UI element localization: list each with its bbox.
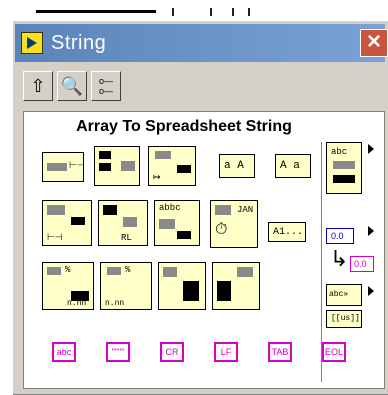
match-pattern-icon[interactable]: abbc — [154, 200, 200, 246]
search-icon[interactable]: 🔍 — [57, 71, 87, 101]
window-title: String — [51, 32, 107, 54]
concatenate-strings-icon[interactable] — [94, 146, 140, 186]
end-of-line-constant-icon[interactable]: EOL — [322, 342, 346, 362]
hovered-function-name: Array To Spreadsheet String — [76, 118, 292, 135]
search-and-replace-string-icon[interactable]: ⊢⊣ — [42, 200, 92, 246]
background-mark — [248, 8, 250, 16]
path-to-string-icon[interactable]: [[us]] — [326, 310, 362, 328]
to-lower-case-icon[interactable]: A a — [275, 154, 311, 178]
up-arrow-icon[interactable]: ⇧ — [23, 71, 53, 101]
function-panel: Array To Spreadsheet String ⊢⊣ ↦ a A A a… — [23, 111, 385, 389]
string-subset-icon[interactable]: ↦ — [148, 146, 196, 186]
string-palette-window: String × ⇧ 🔍 o— o— Array To Spreadsheet S… — [12, 20, 388, 395]
string-constant-icon[interactable]: """" — [106, 342, 130, 362]
carriage-return-constant-icon[interactable]: CR — [160, 342, 184, 362]
options-icon[interactable]: o— o— — [91, 71, 121, 101]
array-to-spreadsheet-string-icon[interactable] — [212, 262, 260, 310]
background-mark — [172, 8, 174, 16]
numeric-indicator-icon[interactable]: 0.0 — [326, 228, 354, 244]
empty-string-constant-icon[interactable]: abc — [52, 342, 76, 362]
numeric-to-string-icon[interactable]: 0.0 — [350, 256, 374, 272]
spreadsheet-string-to-array-icon[interactable] — [158, 262, 206, 310]
background-mark — [232, 8, 234, 16]
background-mark — [210, 8, 212, 16]
to-upper-case-icon[interactable]: a A — [219, 154, 255, 178]
string-to-path-icon[interactable]: abc» — [326, 284, 362, 306]
scan-from-string-icon[interactable]: % n.nn — [42, 262, 94, 310]
format-date-time-string-icon[interactable]: JAN ⏱ — [210, 200, 258, 248]
background-rule — [36, 10, 156, 13]
title-bar[interactable]: String × — [15, 24, 388, 62]
string-length-icon[interactable]: ⊢⊣ — [42, 152, 84, 182]
close-button[interactable]: × — [360, 29, 388, 57]
subpalette-arrow-icon — [368, 144, 374, 154]
replace-substring-icon[interactable]: RL — [98, 200, 148, 246]
format-into-string-advanced-icon[interactable]: % n.nn — [100, 262, 152, 310]
tab-constant-icon[interactable]: TAB — [268, 342, 292, 362]
labview-run-icon — [21, 32, 43, 54]
background-window — [0, 0, 388, 20]
subpalette-arrow-icon — [368, 286, 374, 296]
string-conversion-subpalette-icon[interactable]: abc — [326, 142, 362, 194]
format-into-string-icon[interactable]: A1... — [268, 222, 306, 242]
conversion-arrow-icon: ↳ — [330, 246, 349, 271]
line-feed-constant-icon[interactable]: LF — [214, 342, 238, 362]
subpalette-arrow-icon — [368, 226, 374, 236]
